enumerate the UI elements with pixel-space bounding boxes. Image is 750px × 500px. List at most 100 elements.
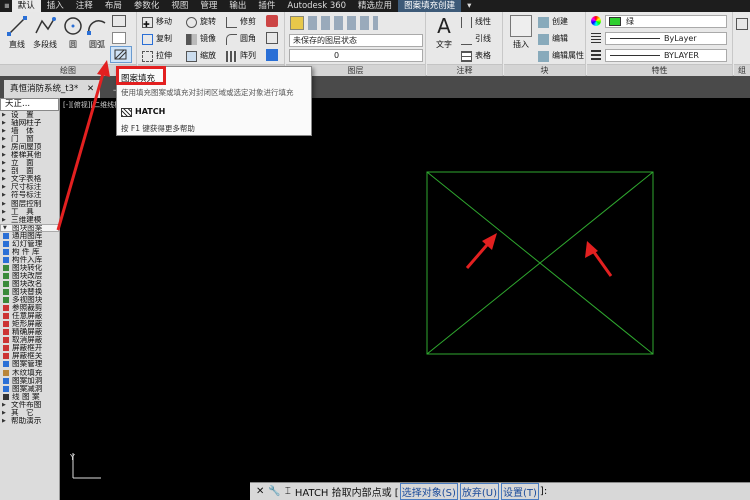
tab-autodesk-360[interactable]: Autodesk 360	[281, 0, 352, 12]
sidebar-subitem[interactable]: 图块改名	[0, 280, 59, 288]
tab-parametric[interactable]: 参数化	[128, 0, 166, 12]
leader-button[interactable]: 引线	[461, 32, 491, 46]
edit-block-button[interactable]: 编辑	[538, 32, 568, 46]
mirror-button[interactable]: 镜像	[186, 32, 216, 46]
wrench-icon[interactable]: 🔧	[268, 486, 280, 497]
tab-manage[interactable]: 管理	[194, 0, 223, 12]
sidebar-item[interactable]: ▶ 立 面	[0, 159, 59, 167]
close-icon[interactable]: ✕	[256, 486, 264, 497]
sidebar-item[interactable]: ▶ 工 具	[0, 208, 59, 216]
sidebar-subitem[interactable]: 图案减洞	[0, 385, 59, 393]
linear-dimension-button[interactable]: 线性	[461, 15, 491, 29]
drawing-canvas[interactable]: [-][俯视][二维线框] Y	[61, 98, 750, 482]
sidebar-item[interactable]: ▶ 文字表格	[0, 175, 59, 183]
fillet-button[interactable]: 圆角	[226, 32, 256, 46]
sidebar-item[interactable]: ▶ 符号标注	[0, 191, 59, 199]
sidebar-subitem[interactable]: 精确屏蔽	[0, 328, 59, 336]
close-icon[interactable]: ✕	[87, 84, 94, 94]
text-button[interactable]: A 文字	[429, 15, 459, 50]
sidebar-item[interactable]: ▶ 门 窗	[0, 135, 59, 143]
explode-icon[interactable]	[266, 32, 278, 44]
select-objects-option[interactable]: 选择对象(S)	[399, 483, 458, 500]
copy-button[interactable]: 复制	[142, 32, 172, 46]
array-button[interactable]: 阵列	[226, 49, 256, 63]
stretch-button[interactable]: 拉伸	[142, 49, 172, 63]
sidebar-subitem[interactable]: 木纹填充	[0, 369, 59, 377]
tab-plugins[interactable]: 插件	[252, 0, 281, 12]
tab-insert[interactable]: 插入	[41, 0, 70, 12]
sidebar-subitem[interactable]: 多视图块	[0, 296, 59, 304]
sidebar-item[interactable]: ▶ 图层控制	[0, 200, 59, 208]
match-properties-icon[interactable]	[591, 16, 601, 26]
sidebar-item[interactable]: ▶ 三维建模	[0, 216, 59, 224]
fill-tool-icon[interactable]	[112, 32, 126, 44]
file-tab[interactable]: 真恒消防系统_t3* ✕	[4, 80, 101, 98]
tab-default[interactable]: 默认	[11, 0, 41, 12]
command-line[interactable]: ✕ 🔧 ⌶ HATCH 拾取内部点或 [ 选择对象(S) 放弃(U) 设置(T)…	[250, 482, 750, 500]
hatch-tool-button[interactable]	[110, 46, 132, 63]
create-block-button[interactable]: 创建	[538, 15, 568, 29]
groups-panel-label[interactable]: 组	[734, 64, 750, 76]
tab-annotate[interactable]: 注释	[70, 0, 99, 12]
line-button[interactable]: 直线	[2, 15, 32, 50]
sidebar-subitem[interactable]: 构 件 库	[0, 248, 59, 256]
tab-hatch-creation[interactable]: 图案填充创建	[398, 0, 462, 12]
sidebar-subitem[interactable]: 图块改层	[0, 272, 59, 280]
block-panel-label[interactable]: 块	[504, 64, 585, 76]
sidebar-item-expanded[interactable]: ▼ 图块图案	[0, 223, 59, 232]
sidebar-item[interactable]: ▶ 楼梯其他	[0, 151, 59, 159]
sidebar-subitem[interactable]: 取消屏蔽	[0, 336, 59, 344]
linetype-dropdown[interactable]: ByLayer	[605, 32, 727, 45]
trim-button[interactable]: 修剪	[226, 15, 256, 29]
app-menu-icon[interactable]: ▪	[2, 0, 12, 12]
lineweight-dropdown[interactable]: BYLAYER	[605, 49, 727, 62]
sidebar-subitem[interactable]: 参照裁剪	[0, 304, 59, 312]
sidebar-subitem[interactable]: 图案加洞	[0, 377, 59, 385]
insert-block-button[interactable]: 插入	[506, 15, 536, 50]
annotation-panel-label[interactable]: 注释	[427, 64, 502, 76]
sidebar-subitem[interactable]: 矩形屏蔽	[0, 320, 59, 328]
sidebar-subitem[interactable]: 图块转化	[0, 264, 59, 272]
offset-icon[interactable]	[266, 49, 278, 61]
sidebar-item[interactable]: ▶ 帮助演示	[0, 417, 59, 425]
sidebar-item[interactable]: ▶ 轴网柱子	[0, 119, 59, 127]
layer-properties-icon[interactable]	[290, 16, 304, 30]
sidebar-subitem[interactable]: 幻灯管理	[0, 240, 59, 248]
sidebar-item[interactable]: ▶ 文件布图	[0, 401, 59, 409]
rectangle-tool-icon[interactable]	[112, 15, 126, 27]
sidebar-item[interactable]: ▶ 其 它	[0, 409, 59, 417]
current-layer-dropdown[interactable]: 0	[289, 49, 423, 62]
sidebar-subitem[interactable]: 构件入库	[0, 256, 59, 264]
arc-button[interactable]: 圆弧	[82, 15, 112, 50]
polyline-button[interactable]: 多段线	[30, 15, 60, 50]
erase-icon[interactable]	[266, 15, 278, 27]
sidebar-item[interactable]: ▶ 房间屋顶	[0, 143, 59, 151]
undo-option[interactable]: 放弃(U)	[459, 483, 499, 500]
group-icon[interactable]	[736, 18, 748, 30]
color-dropdown[interactable]: 绿	[605, 15, 727, 28]
scale-button[interactable]: 缩放	[186, 49, 216, 63]
move-button[interactable]: ✚ 移动	[142, 15, 172, 29]
sidebar-item[interactable]: ▶ 剖 面	[0, 167, 59, 175]
sidebar-item[interactable]: ▶ 墙 体	[0, 127, 59, 135]
sidebar-subitem[interactable]: 线 图 案	[0, 393, 59, 401]
sidebar-item[interactable]: ▶ 设 置	[0, 111, 59, 119]
properties-panel-label[interactable]: 特性	[587, 64, 732, 76]
edit-attributes-button[interactable]: 编辑属性	[538, 49, 584, 63]
tab-view[interactable]: 视图	[165, 0, 194, 12]
sidebar-subitem[interactable]: 图案管理	[0, 360, 59, 368]
rotate-button[interactable]: 旋转	[186, 15, 216, 29]
sidebar-subitem[interactable]: 通用图库	[0, 232, 59, 240]
tab-layout[interactable]: 布局	[99, 0, 128, 12]
sidebar-subitem[interactable]: 任意屏蔽	[0, 312, 59, 320]
layer-state-dropdown[interactable]: 未保存的图层状态	[289, 34, 423, 47]
tab-featured-apps[interactable]: 精选应用	[352, 0, 398, 12]
table-button[interactable]: 表格	[461, 49, 491, 63]
sidebar-subitem[interactable]: 屏蔽框关	[0, 352, 59, 360]
ribbon-toggle-icon[interactable]: ▾	[461, 0, 477, 12]
layer-tools-icon[interactable]	[308, 16, 378, 30]
rectangle-with-diagonals[interactable]	[426, 171, 654, 355]
tab-output[interactable]: 输出	[223, 0, 252, 12]
sidebar-item[interactable]: ▶ 尺寸标注	[0, 183, 59, 191]
settings-option[interactable]: 设置(T)	[501, 483, 539, 500]
